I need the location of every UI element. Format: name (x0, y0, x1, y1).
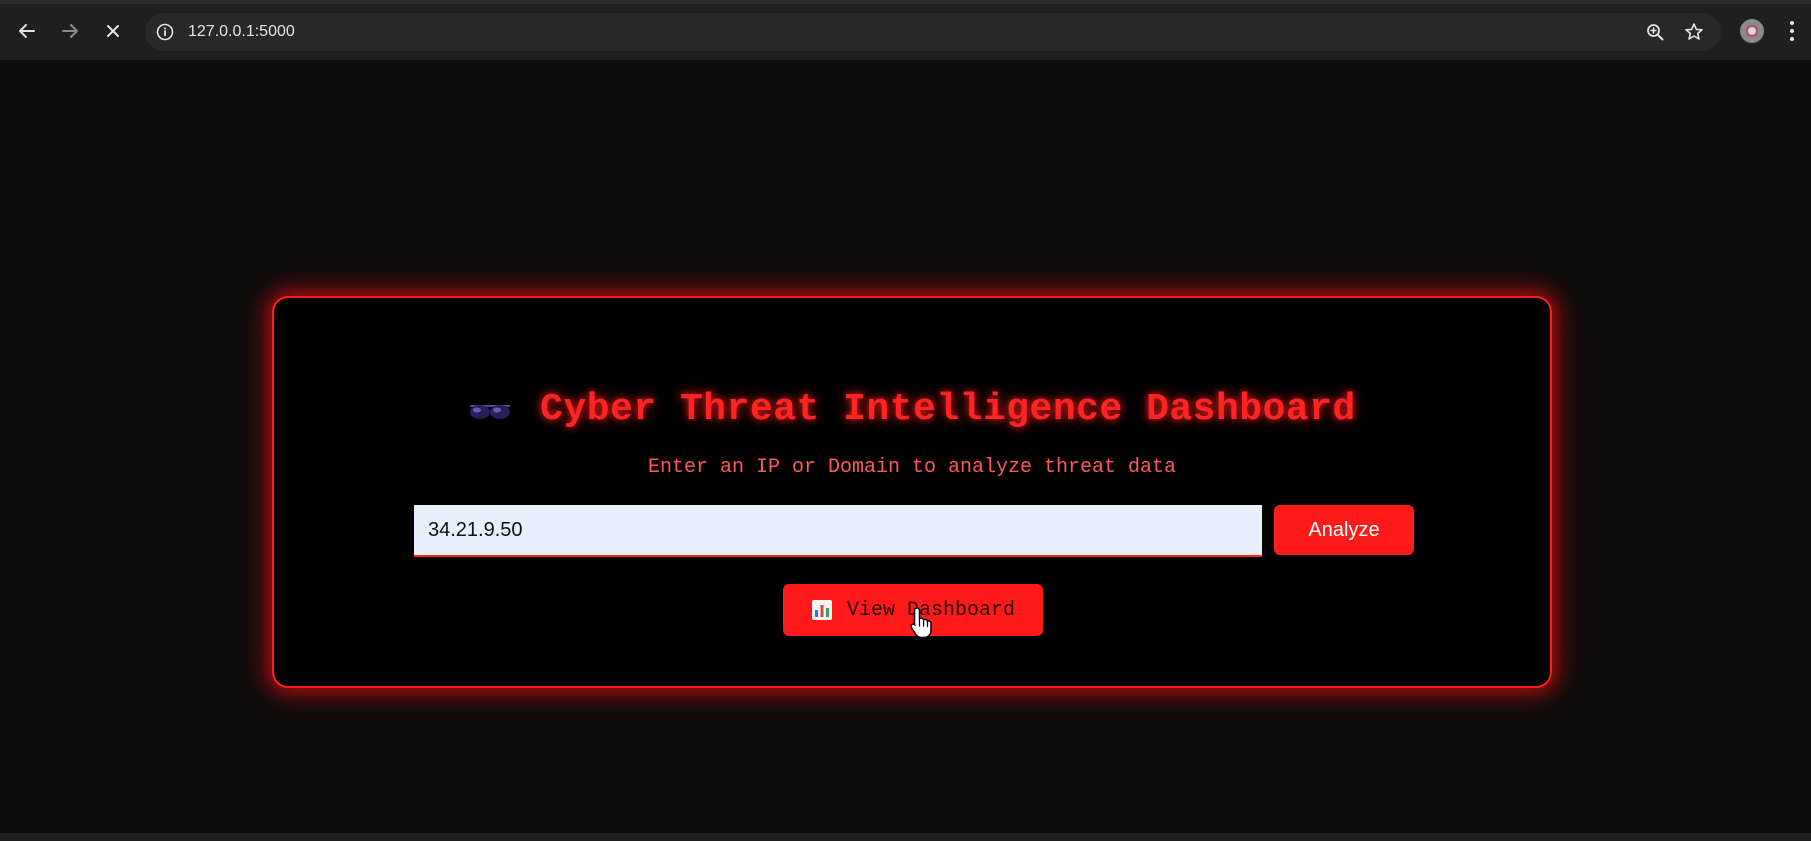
browser-toolbar: 127.0.0.1:5000 (0, 0, 1811, 60)
stop-loading-button[interactable] (98, 16, 128, 46)
url-text[interactable]: 127.0.0.1:5000 (188, 23, 295, 41)
zoom-button[interactable] (1645, 22, 1665, 42)
hand-pointer-cursor-icon (910, 607, 932, 639)
browser-bottom-edge (0, 833, 1811, 841)
back-icon (19, 24, 35, 38)
menu-dot-icon (1790, 29, 1794, 33)
forward-button[interactable] (55, 16, 85, 46)
analyze-button-label: Analyze (1308, 518, 1380, 541)
title-row: Cyber Threat Intelligence Dashboard (274, 388, 1550, 431)
forward-icon (62, 24, 78, 38)
page-subtitle: Enter an IP or Domain to analyze threat … (647, 456, 1177, 479)
menu-dot-icon (1790, 21, 1794, 25)
site-info-button[interactable] (155, 22, 175, 42)
browser-menu-button[interactable] (1784, 18, 1800, 44)
bar-chart-icon (811, 599, 833, 621)
back-button[interactable] (12, 16, 42, 46)
avatar-icon (1746, 25, 1758, 37)
tab-strip (0, 0, 1811, 4)
bookmark-button[interactable] (1684, 22, 1704, 42)
profile-avatar[interactable] (1740, 19, 1764, 43)
analyze-button[interactable]: Analyze (1274, 505, 1414, 555)
address-bar[interactable]: 127.0.0.1:5000 (145, 13, 1721, 51)
stop-icon (107, 25, 119, 37)
page-title: Cyber Threat Intelligence Dashboard (540, 388, 1356, 431)
page-viewport: Cyber Threat Intelligence Dashboard Ente… (0, 60, 1811, 833)
bookmark-star-icon (1685, 23, 1703, 40)
ip-domain-input[interactable] (414, 505, 1262, 557)
zoom-icon (1647, 24, 1664, 41)
menu-dot-icon (1790, 37, 1794, 41)
site-info-icon (156, 23, 174, 41)
sunglasses-icon (468, 399, 512, 423)
